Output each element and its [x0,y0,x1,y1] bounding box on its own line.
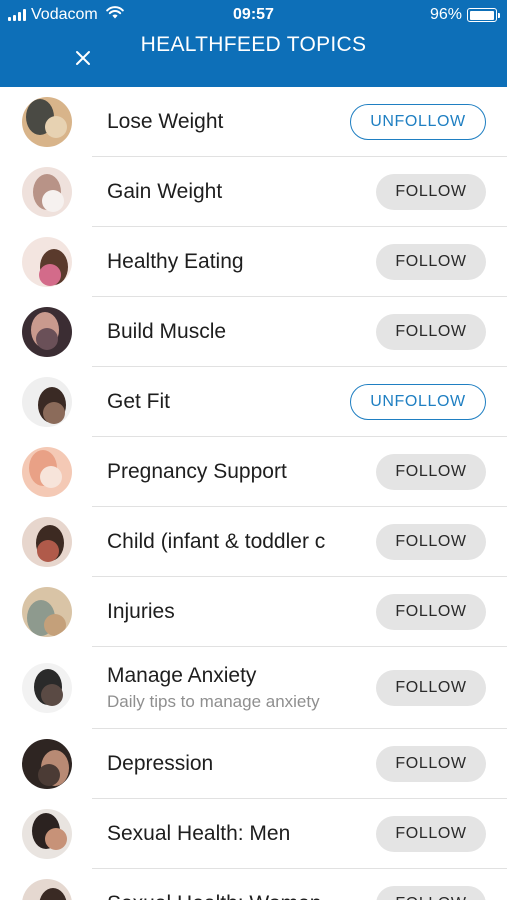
status-right: 96% [429,6,500,24]
topic-name: Depression [107,752,214,775]
follow-button[interactable]: FOLLOW [376,816,486,852]
follow-button[interactable]: FOLLOW [376,886,486,900]
follow-button[interactable]: FOLLOW [376,746,486,782]
battery-percent: 96% [429,6,462,23]
topic-row: Depression FOLLOW [0,729,507,799]
topic-text: Sexual Health: Men [107,799,362,869]
topic-name: Pregnancy Support [107,460,287,483]
topic-row: Gain Weight FOLLOW [0,157,507,227]
topic-name: Lose Weight [107,110,224,133]
topic-avatar [22,237,72,287]
topic-avatar [22,587,72,637]
topic-row: Build Muscle FOLLOW [0,297,507,367]
topic-text: Pregnancy Support [107,437,362,507]
app-header: Vodacom 09:57 96% HEALTHFEED TOPICS [0,0,507,87]
topic-text: Child (infant & toddler c [107,507,362,577]
topic-row: Child (infant & toddler c FOLLOW [0,507,507,577]
topic-text: Lose Weight [107,87,362,157]
topic-text: Injuries [107,577,362,647]
topic-text: Manage Anxiety Daily tips to manage anxie… [107,647,362,729]
topic-text: Healthy Eating [107,227,362,297]
topic-name: Healthy Eating [107,250,244,273]
topic-name: Child (infant & toddler c [107,530,326,553]
topic-text: Gain Weight [107,157,362,227]
topic-name: Build Muscle [107,320,227,343]
topic-row: Lose Weight UNFOLLOW [0,87,507,157]
topic-row: Injuries FOLLOW [0,577,507,647]
unfollow-button[interactable]: UNFOLLOW [350,384,486,420]
topic-row: Sexual Health: Men FOLLOW [0,799,507,869]
follow-button[interactable]: FOLLOW [376,174,486,210]
topic-avatar [22,517,72,567]
follow-button[interactable]: FOLLOW [376,594,486,630]
topic-avatar [22,879,72,900]
topic-avatar [22,307,72,357]
topic-row: Sexual Health: Women FOLLOW [0,869,507,900]
topic-avatar [22,377,72,427]
topic-subtitle: Daily tips to manage anxiety [107,692,320,711]
follow-button[interactable]: FOLLOW [376,244,486,280]
topic-text: Depression [107,729,362,799]
topic-list: Lose Weight UNFOLLOW Gain Weight FOLLOW Heal… [0,87,507,900]
topic-avatar [22,97,72,147]
page-title: HEALTHFEED TOPICS [140,33,367,56]
topic-name: Get Fit [107,390,171,413]
topic-avatar [22,167,72,217]
topic-avatar [22,663,72,713]
topic-avatar [22,739,72,789]
topic-avatar [22,809,72,859]
topic-row: Healthy Eating FOLLOW [0,227,507,297]
follow-button[interactable]: FOLLOW [376,454,486,490]
unfollow-button[interactable]: UNFOLLOW [350,104,486,140]
topic-name: Injuries [107,600,175,623]
topic-name: Sexual Health: Men [107,822,291,845]
topic-name: Sexual Health: Women [107,892,362,900]
topic-name: Gain Weight [107,180,223,203]
status-bar: Vodacom 09:57 96% [0,0,507,30]
topic-row: Manage Anxiety Daily tips to manage anxie… [0,647,507,729]
topic-text: Get Fit [107,367,362,437]
follow-button[interactable]: FOLLOW [376,314,486,350]
battery-fill [469,10,494,20]
follow-button[interactable]: FOLLOW [376,670,486,706]
topic-avatar [22,447,72,497]
follow-button[interactable]: FOLLOW [376,524,486,560]
topic-row: Pregnancy Support FOLLOW [0,437,507,507]
topic-text: Sexual Health: Women [107,869,362,900]
battery-icon [467,8,500,22]
topic-text: Build Muscle [107,297,362,367]
topic-name: Manage Anxiety [107,664,257,687]
topic-row: Get Fit UNFOLLOW [0,367,507,437]
